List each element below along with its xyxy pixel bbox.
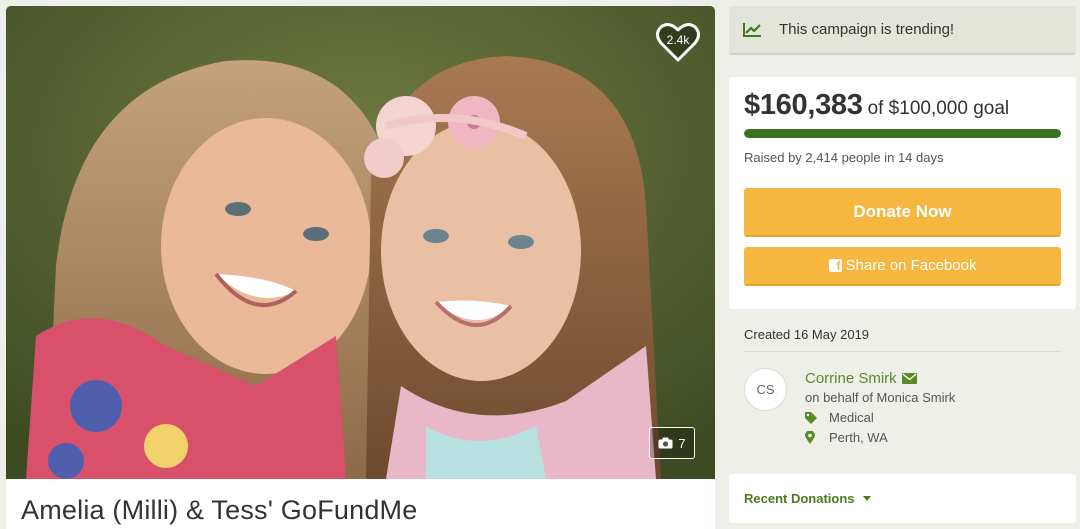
recent-donations-toggle[interactable]: Recent Donations [729,474,1076,523]
map-pin-icon [805,431,815,444]
heart-count: 2.4k [666,33,690,47]
trending-text: This campaign is trending! [779,21,955,38]
progress-bar [744,129,1061,138]
recent-donations-label: Recent Donations [744,491,855,506]
heart-button[interactable]: 2.4k [655,19,701,65]
share-facebook-button[interactable]: f Share on Facebook [744,247,1061,286]
amount-line: $160,383 of $100,000 goal [744,89,1060,122]
raised-by-text: Raised by 2,414 people in 14 days [744,150,944,165]
photo-gallery-button[interactable]: 7 [649,427,695,459]
trending-banner: This campaign is trending! [729,6,1076,55]
progress-fill [744,129,1061,138]
donate-now-button[interactable]: Donate Now [744,188,1061,237]
campaign-title-card: Amelia (Milli) & Tess' GoFundMe [6,479,715,529]
organizer-avatar: CS [744,368,787,411]
on-behalf-text: on behalf of Monica Smirk [805,390,956,405]
share-facebook-label: Share on Facebook [845,257,977,274]
created-date: Created 16 May 2019 [744,327,870,342]
campaign-image [6,6,715,479]
envelope-icon[interactable] [901,373,917,384]
location-label: Perth, WA [829,430,888,445]
organizer-name: Corrine Smirk [805,370,897,387]
campaign-category: Medical [805,410,874,425]
facebook-icon: f [828,259,842,272]
amount-raised: $160,383 [744,89,863,121]
trend-chart-icon [743,22,761,37]
donation-summary-card: $160,383 of $100,000 goal Raised by 2,41… [729,77,1076,309]
category-label: Medical [829,410,874,425]
campaign-location: Perth, WA [805,430,888,445]
organizer-name-link[interactable]: Corrine Smirk [805,370,917,387]
divider [744,351,1061,352]
campaign-title: Amelia (Milli) & Tess' GoFundMe [21,495,418,525]
caret-down-icon [862,496,871,501]
tag-icon [805,411,817,424]
campaign-photo[interactable]: 2.4k 7 [6,6,715,479]
camera-icon [658,437,673,449]
goal-amount: of $100,000 goal [867,98,1010,119]
donate-now-label: Donate Now [853,201,952,221]
photo-count-label: 7 [678,435,686,451]
organizer-initials: CS [756,382,775,397]
